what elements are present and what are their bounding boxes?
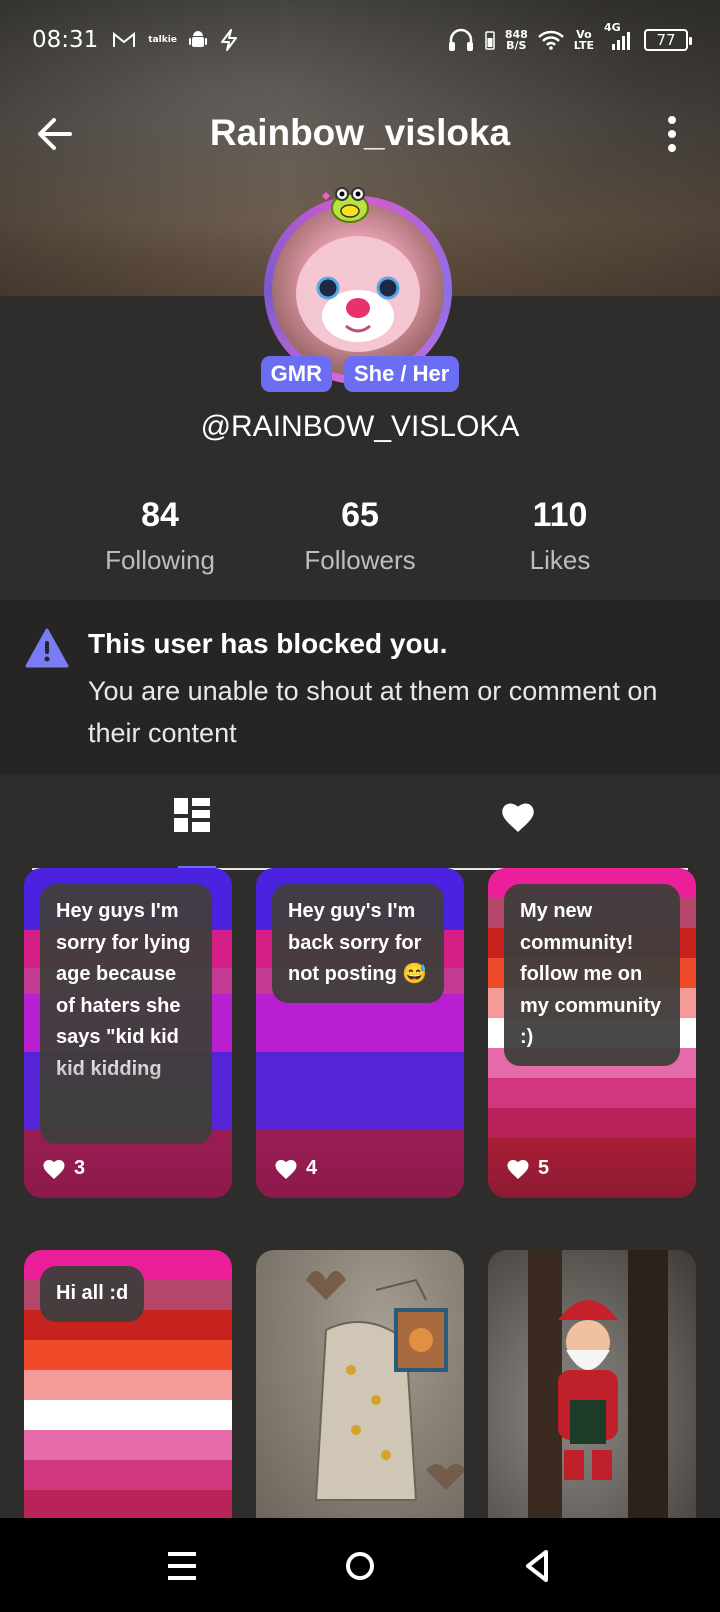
post-likes-count: 3 bbox=[74, 1157, 86, 1179]
home-circle-icon bbox=[346, 1552, 374, 1580]
status-time: 08:31 bbox=[32, 27, 99, 53]
profile-badges: GMR She / Her bbox=[0, 356, 720, 392]
post-likes: 5 bbox=[506, 1157, 549, 1180]
headphones-icon bbox=[447, 28, 475, 52]
bolt-icon bbox=[219, 29, 239, 51]
stat-followers[interactable]: 65 Followers bbox=[260, 496, 460, 576]
post-likes: 4 bbox=[274, 1157, 317, 1180]
gmail-icon bbox=[112, 31, 136, 49]
post-likes-count: 4 bbox=[306, 1157, 318, 1179]
post-text: Hi all :d bbox=[40, 1266, 145, 1322]
stat-following-value: 84 bbox=[141, 496, 179, 534]
heart-icon bbox=[502, 803, 534, 832]
blocked-notice: This user has blocked you. You are unabl… bbox=[0, 600, 720, 774]
profile-stats: 84 Following 65 Followers 110 Likes bbox=[60, 496, 660, 576]
text-fade bbox=[40, 1048, 212, 1128]
post-card[interactable]: Hey guys I'm sorry for lying age because… bbox=[24, 868, 232, 1198]
heart-icon bbox=[507, 1159, 529, 1179]
post-text: Hey guy's I'm back sorry for not posting… bbox=[272, 884, 444, 1003]
post-text: My new community! follow me on my commun… bbox=[504, 884, 680, 1066]
post-card[interactable]: Hey guy's I'm back sorry for not posting… bbox=[256, 868, 464, 1198]
stat-following[interactable]: 84 Following bbox=[60, 496, 260, 576]
recents-button[interactable] bbox=[160, 1544, 204, 1588]
drawing-image bbox=[306, 1271, 464, 1501]
stat-likes-label: Likes bbox=[529, 545, 591, 575]
content-tabs bbox=[32, 774, 688, 870]
stat-followers-value: 65 bbox=[341, 496, 379, 534]
badge-pronouns: She / Her bbox=[343, 356, 460, 392]
status-bar: 08:31 talkie 848 B/S Vo LTE 4G 77 bbox=[0, 0, 720, 80]
top-nav: Rainbow_visloka bbox=[0, 100, 720, 170]
more-options-button[interactable] bbox=[652, 110, 692, 160]
stat-likes-value: 110 bbox=[532, 496, 588, 534]
tab-posts[interactable] bbox=[174, 794, 238, 844]
blocked-title: This user has blocked you. bbox=[88, 628, 448, 659]
post-card[interactable]: Hi all :d bbox=[24, 1250, 232, 1518]
more-vertical-icon bbox=[668, 116, 676, 152]
post-card-image[interactable] bbox=[488, 1250, 696, 1518]
post-card-image[interactable] bbox=[256, 1250, 464, 1518]
stat-likes[interactable]: 110 Likes bbox=[460, 496, 660, 576]
user-handle: @RAINBOW_VISLOKA bbox=[200, 410, 520, 443]
tab-likes[interactable] bbox=[502, 794, 566, 844]
avatar-image bbox=[272, 204, 444, 376]
battery-level: 77 bbox=[656, 31, 676, 49]
post-likes-count: 5 bbox=[538, 1157, 550, 1179]
stat-following-label: Following bbox=[105, 545, 215, 575]
network-speed: 848 B/S bbox=[504, 28, 528, 52]
stat-followers-label: Followers bbox=[304, 545, 416, 575]
post-likes: 3 bbox=[42, 1157, 85, 1180]
badge-gmr: GMR bbox=[260, 356, 332, 392]
triangle-back-icon bbox=[526, 1550, 548, 1582]
wifi-icon bbox=[537, 30, 564, 50]
blocked-body: You are unable to shout at them or comme… bbox=[88, 676, 658, 748]
home-button[interactable] bbox=[338, 1544, 382, 1588]
heart-icon bbox=[43, 1159, 65, 1179]
small-battery-icon bbox=[485, 30, 495, 50]
warning-icon bbox=[25, 628, 69, 668]
talkie-icon: talkie bbox=[148, 35, 177, 45]
volte-indicator: Vo LTE bbox=[573, 28, 594, 52]
system-navigation-bar bbox=[0, 1518, 720, 1612]
heart-icon bbox=[275, 1159, 297, 1179]
post-card[interactable]: My new community! follow me on my commun… bbox=[488, 868, 696, 1198]
page-title: Rainbow_visloka bbox=[209, 112, 511, 153]
battery-icon: 77 bbox=[644, 29, 692, 51]
menu-icon bbox=[168, 1552, 196, 1580]
signal-icon: 4G bbox=[604, 21, 634, 51]
system-back-button[interactable] bbox=[516, 1544, 560, 1588]
android-icon bbox=[188, 30, 207, 50]
grid-icon bbox=[174, 798, 210, 832]
frog-sticker-icon bbox=[322, 187, 369, 223]
santa-image bbox=[528, 1250, 668, 1518]
